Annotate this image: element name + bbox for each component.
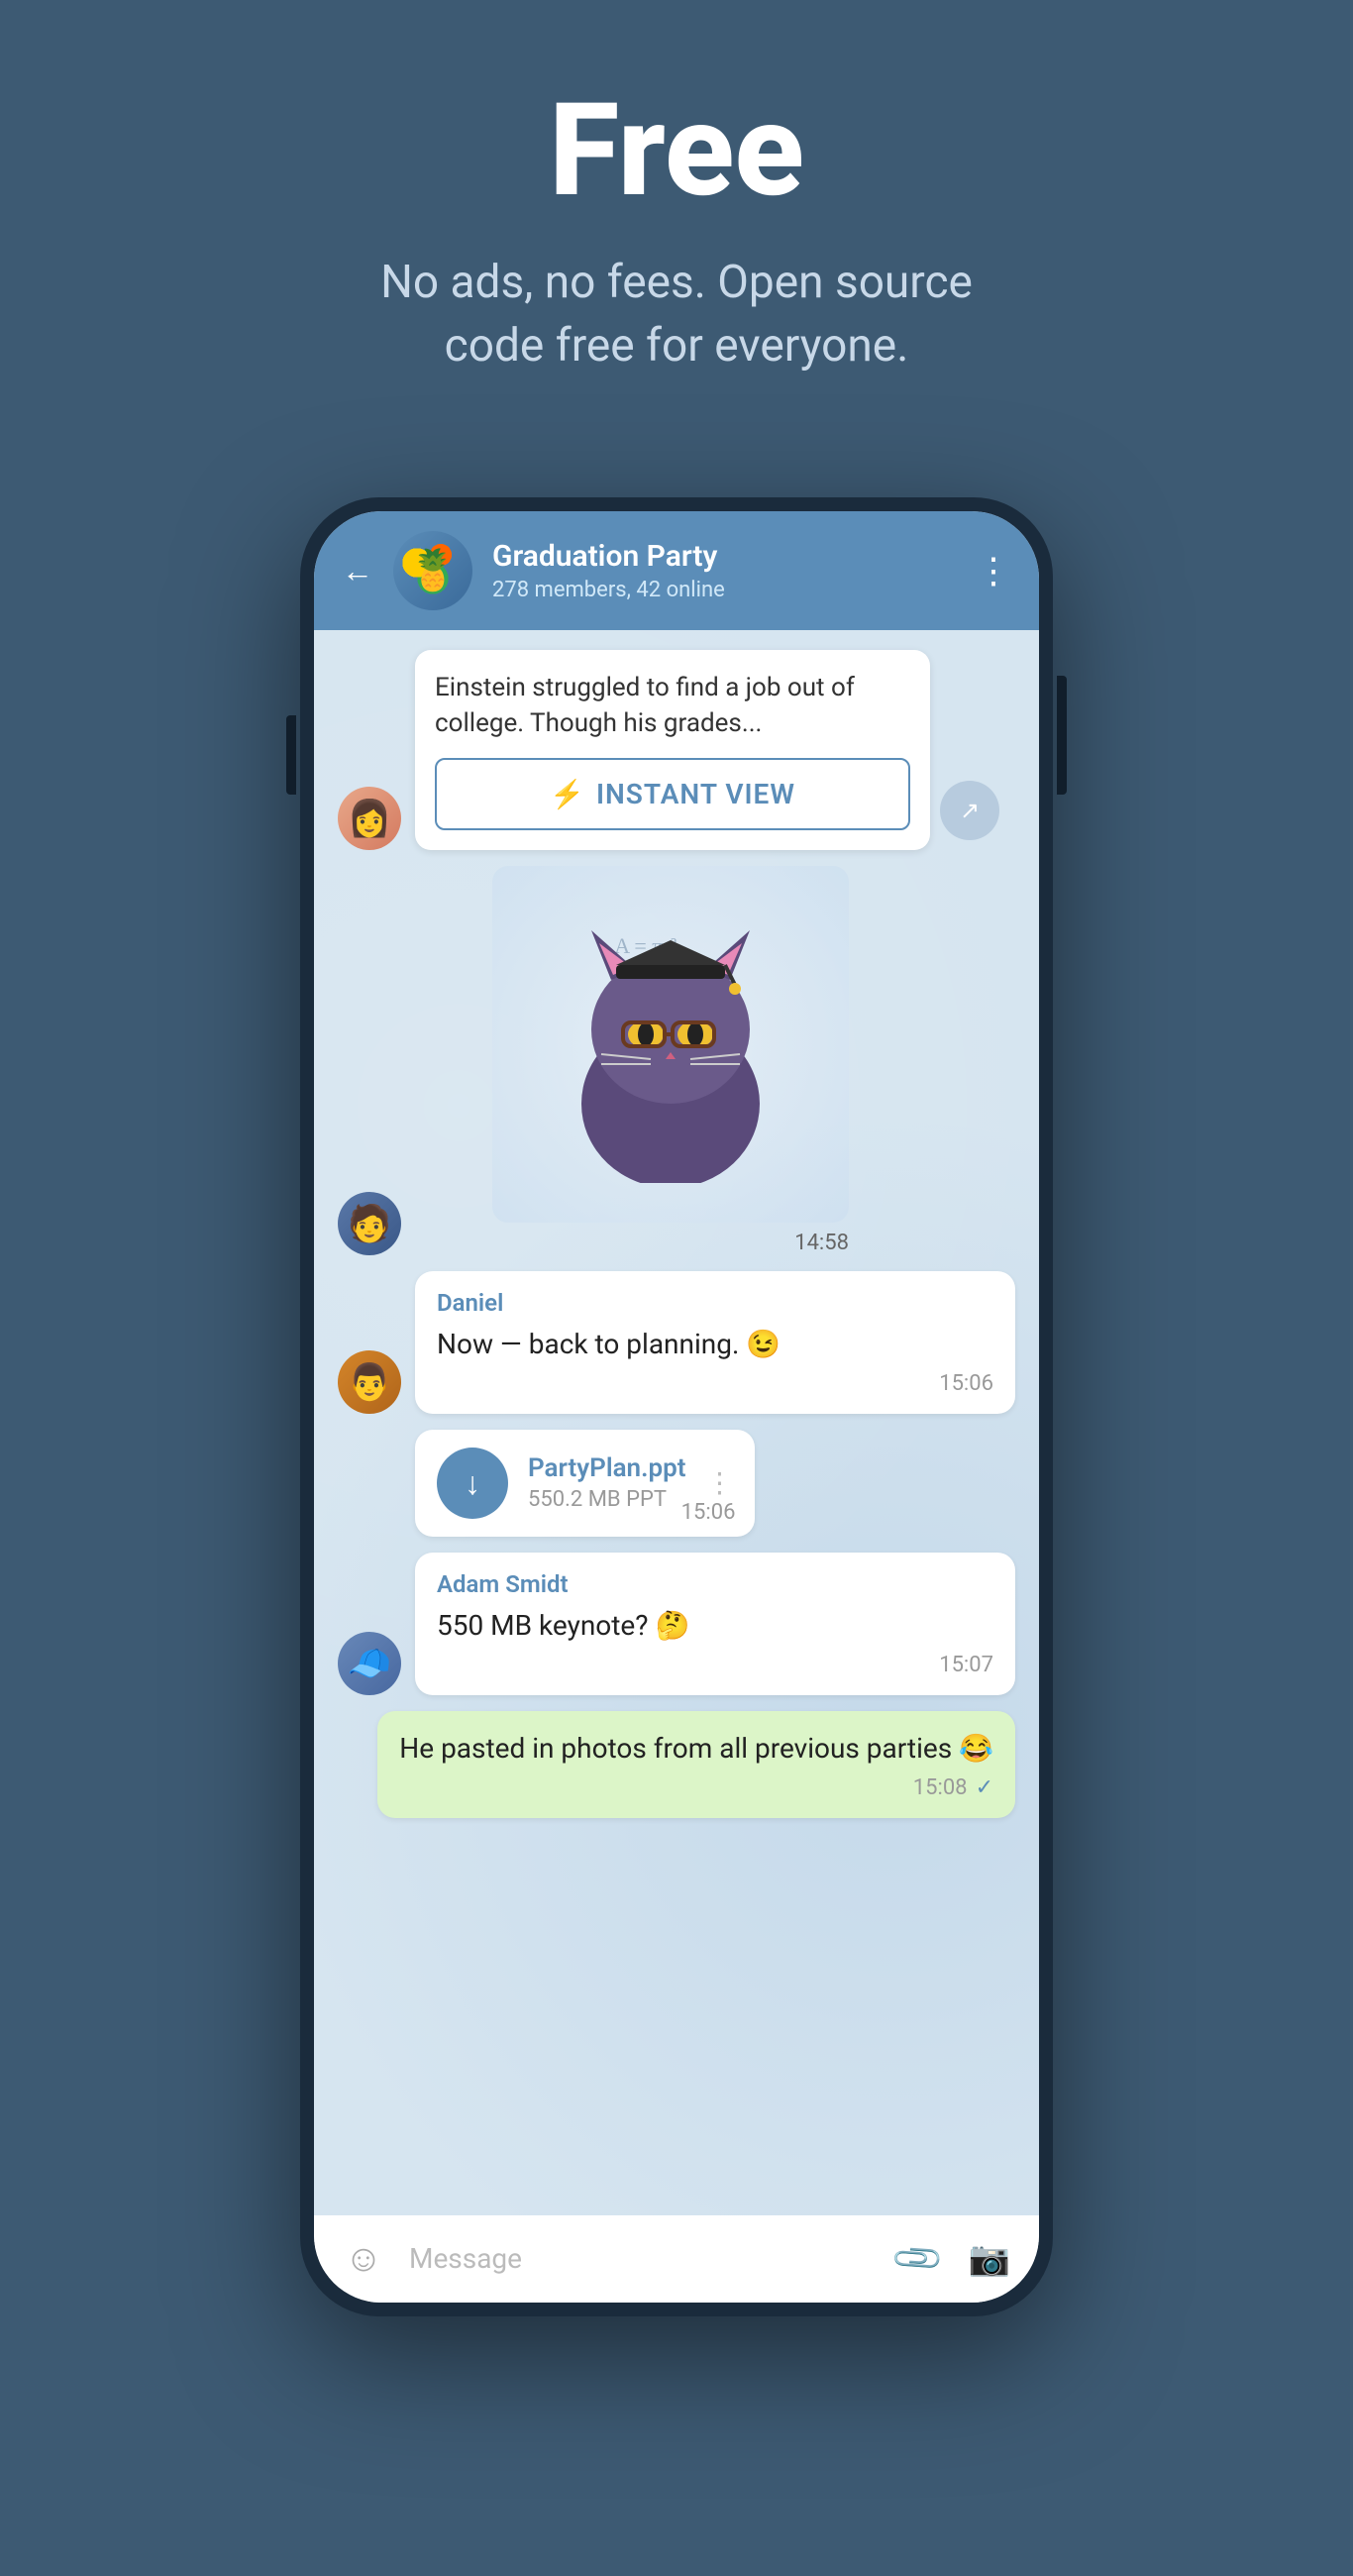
avatar-user1: 👩	[338, 787, 401, 850]
file-message-time: 15:06	[681, 1500, 736, 1525]
hero-subtitle: No ads, no fees. Open source code free f…	[330, 251, 1023, 378]
back-button[interactable]: ←	[342, 552, 373, 590]
chat-input-bar: ☺ Message 📎 📷	[314, 2215, 1039, 2303]
article-preview-text: Einstein struggled to find a job out of …	[435, 670, 910, 742]
emoji-icon: ☺	[345, 2237, 383, 2281]
message-checkmark: ✓	[976, 1775, 993, 1800]
file-message-row: ↓ PartyPlan.ppt 550.2 MB PPT ⋮ 15:06	[338, 1430, 1015, 1537]
instant-view-label: INSTANT VIEW	[596, 778, 795, 810]
sticker-container: A = πr²V = l³P = 2πrA = πr²s = √(r² + h²…	[492, 866, 849, 1255]
share-button[interactable]: ↗	[940, 781, 999, 840]
cat-sticker-svg	[542, 906, 799, 1183]
avatar-user2: 🧑	[338, 1192, 401, 1255]
emoji-button[interactable]: ☺	[338, 2233, 389, 2285]
adam-message-row: 🧢 Adam Smidt 550 MB keynote? 🤔 15:07	[338, 1553, 1015, 1695]
file-name: PartyPlan.ppt	[528, 1453, 685, 1483]
phone-outer-shell: ← 🍍 Graduation Party 278 members, 42 onl…	[300, 497, 1053, 2316]
adam-sender-name: Adam Smidt	[437, 1570, 993, 1598]
file-info: PartyPlan.ppt 550.2 MB PPT	[528, 1453, 685, 1512]
paperclip-icon: 📎	[889, 2230, 947, 2288]
daniel-message-row: 👨 Daniel Now — back to planning. 😉 15:06	[338, 1271, 1015, 1414]
self-message-footer: 15:08 ✓	[399, 1775, 993, 1800]
daniel-message-footer: 15:06	[437, 1371, 993, 1396]
adam-message-footer: 15:07	[437, 1653, 993, 1677]
chat-body: 👩 Einstein struggled to find a job out o…	[314, 630, 1039, 2215]
group-name: Graduation Party	[492, 539, 956, 574]
daniel-message-text: Now — back to planning. 😉	[437, 1325, 993, 1363]
message-input-placeholder[interactable]: Message	[409, 2245, 873, 2273]
camera-icon: 📷	[969, 2239, 1010, 2279]
attach-button[interactable]: 📎	[882, 2222, 955, 2296]
share-icon: ↗	[960, 797, 980, 824]
self-message-row: He pasted in photos from all previous pa…	[338, 1711, 1015, 1818]
instant-view-icon: ⚡	[550, 778, 584, 810]
file-size: 550.2 MB PPT	[528, 1487, 685, 1512]
daniel-message-bubble: Daniel Now — back to planning. 😉 15:06	[415, 1271, 1015, 1414]
file-download-button[interactable]: ↓	[437, 1448, 508, 1519]
self-message-text: He pasted in photos from all previous pa…	[399, 1729, 993, 1768]
article-message-row: 👩 Einstein struggled to find a job out o…	[338, 650, 1015, 850]
article-message: Einstein struggled to find a job out of …	[415, 650, 930, 850]
adam-message-time: 15:07	[939, 1653, 993, 1677]
adam-message-text: 550 MB keynote? 🤔	[437, 1606, 993, 1645]
group-members: 278 members, 42 online	[492, 578, 956, 602]
file-more-button[interactable]: ⋮	[705, 1466, 733, 1499]
avatar-adam: 🧢	[338, 1632, 401, 1695]
file-message-footer: 15:06	[681, 1500, 736, 1525]
group-info: Graduation Party 278 members, 42 online	[492, 539, 956, 602]
article-message-wrapper: Einstein struggled to find a job out of …	[415, 650, 930, 850]
instant-view-button[interactable]: ⚡ INSTANT VIEW	[435, 758, 910, 830]
adam-message-bubble: Adam Smidt 550 MB keynote? 🤔 15:07	[415, 1553, 1015, 1695]
daniel-message-time: 15:06	[939, 1371, 993, 1396]
group-avatar: 🍍	[393, 531, 472, 610]
file-message-bubble: ↓ PartyPlan.ppt 550.2 MB PPT ⋮ 15:06	[415, 1430, 755, 1537]
more-button[interactable]: ⋮	[976, 550, 1011, 591]
self-message-bubble: He pasted in photos from all previous pa…	[377, 1711, 1015, 1818]
hero-title: Free	[549, 79, 804, 221]
chat-header: ← 🍍 Graduation Party 278 members, 42 onl…	[314, 511, 1039, 630]
sticker-time: 14:58	[794, 1231, 849, 1255]
group-avatar-image: 🍍	[393, 531, 472, 610]
sticker-message-row: 🧑 A = πr²V = l³P = 2πrA = πr²s = √(r² + …	[338, 866, 1015, 1255]
phone-mockup: ← 🍍 Graduation Party 278 members, 42 onl…	[300, 497, 1053, 2316]
avatar-daniel: 👨	[338, 1350, 401, 1414]
sticker-background: A = πr²V = l³P = 2πrA = πr²s = √(r² + h²…	[492, 866, 849, 1223]
self-message-time: 15:08	[913, 1775, 968, 1800]
download-icon: ↓	[465, 1464, 480, 1502]
phone-screen: ← 🍍 Graduation Party 278 members, 42 onl…	[314, 511, 1039, 2303]
daniel-sender-name: Daniel	[437, 1289, 993, 1317]
camera-button[interactable]: 📷	[964, 2233, 1015, 2285]
hero-section: Free No ads, no fees. Open source code f…	[0, 0, 1353, 438]
